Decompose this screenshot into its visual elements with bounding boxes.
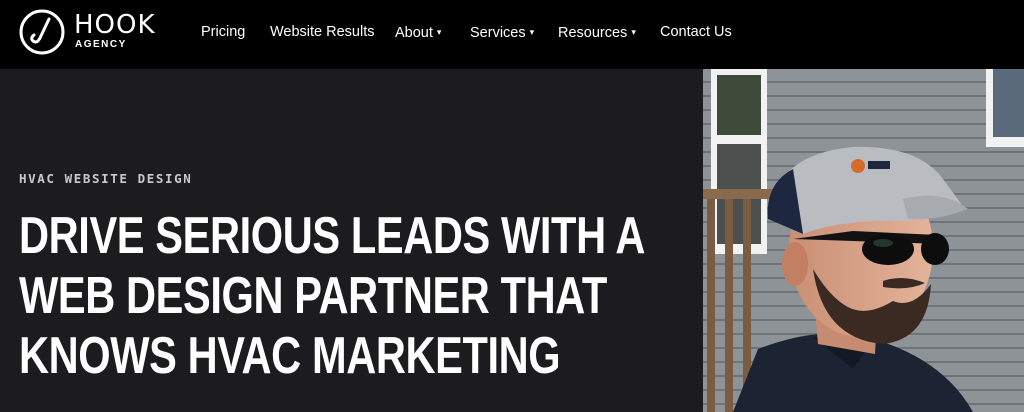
nav-label: Pricing <box>201 24 246 40</box>
nav-resources[interactable]: Resources ▾ <box>558 22 636 42</box>
nav-label: About <box>395 25 433 41</box>
headline-line: DRIVE SERIOUS LEADS WITH A <box>19 207 645 265</box>
nav-label: Contact Us <box>660 24 732 40</box>
headline-line: KNOWS HVAC MARKETING <box>19 327 561 385</box>
hero-photo-man-in-cap <box>703 69 1024 412</box>
nav-label: Resources <box>558 25 628 41</box>
logo-wordmark: HOOK <box>74 10 156 40</box>
nav-contact-us[interactable]: Contact Us <box>660 22 732 42</box>
nav-website-results[interactable]: Website Results <box>270 22 375 42</box>
chevron-down-icon: ▾ <box>529 27 535 37</box>
top-navbar: HOOK AGENCY Pricing Website Results Abou… <box>0 0 1024 69</box>
hook-agency-logo[interactable]: HOOK AGENCY <box>18 8 188 56</box>
nav-label: Website Results <box>270 24 375 40</box>
chevron-down-icon: ▾ <box>631 27 636 37</box>
hero-eyebrow: HVAC WEBSITE DESIGN <box>19 171 193 186</box>
hero-headline: DRIVE SERIOUS LEADS WITH A WEB DESIGN PA… <box>19 206 645 386</box>
headline-line: WEB DESIGN PARTNER THAT <box>19 267 607 325</box>
chevron-down-icon: ▾ <box>436 27 442 37</box>
nav-pricing[interactable]: Pricing <box>201 22 245 42</box>
nav-about[interactable]: About ▾ <box>395 22 441 42</box>
logo-subtitle: AGENCY <box>75 39 127 50</box>
nav-services[interactable]: Services ▾ <box>470 22 534 42</box>
nav-label: Services <box>470 25 526 41</box>
hook-logo-icon <box>19 9 65 55</box>
